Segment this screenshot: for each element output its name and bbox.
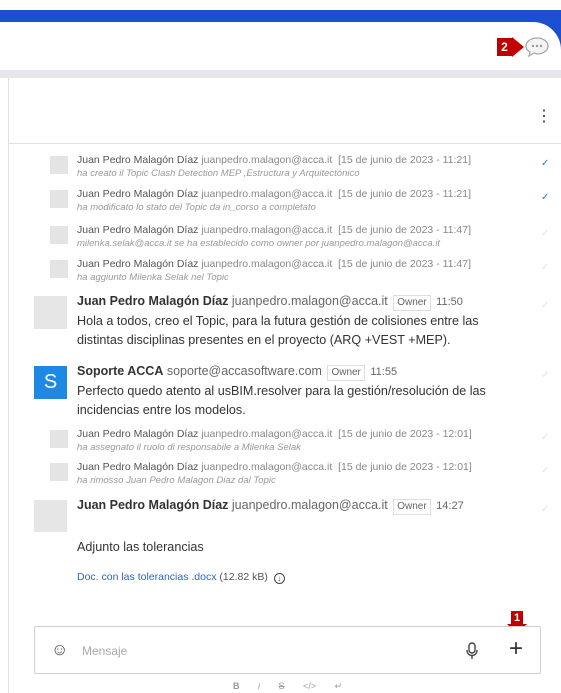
- avatar: S: [34, 366, 67, 399]
- avatar: [50, 260, 68, 278]
- header-divider: [9, 143, 561, 144]
- sender-email[interactable]: juanpedro.malagon@acca.it: [201, 154, 332, 166]
- system-message: Juan Pedro Malagón Díaz juanpedro.malago…: [50, 461, 560, 495]
- download-icon[interactable]: ↓: [273, 573, 285, 584]
- attachment-link[interactable]: Doc. con las tolerancias .docx (12.82 kB…: [77, 571, 285, 584]
- annotation-marker-1: 1: [513, 612, 521, 624]
- sender-name: Juan Pedro Malagón Díaz: [77, 294, 229, 308]
- system-message: Juan Pedro Malagón Díaz juanpedro.malago…: [50, 188, 560, 222]
- message-date: [15 de junio de 2023 - 11:21]: [338, 154, 472, 166]
- message-date: [15 de junio de 2023 - 11:47]: [338, 224, 472, 236]
- sender-email[interactable]: juanpedro.malagon@acca.it: [201, 461, 332, 473]
- owner-badge: Owner: [393, 499, 431, 515]
- sender-email[interactable]: juanpedro.malagon@acca.it: [232, 498, 388, 512]
- sender-name: Juan Pedro Malagón Díaz: [77, 188, 199, 200]
- system-detail: ha aggiunto Milenka Selak nel Topic: [77, 272, 229, 283]
- sender-name: Juan Pedro Malagón Díaz: [77, 154, 199, 166]
- message-composer[interactable]: ☺ Mensaje +: [34, 626, 541, 674]
- read-check-icon: ✓: [541, 192, 550, 203]
- sender-name: Soporte ACCA: [77, 364, 164, 378]
- read-check-icon: ✓: [541, 370, 550, 381]
- system-detail: ha creato il Topic Clash Detection MEP ,…: [77, 168, 360, 179]
- avatar: [50, 190, 68, 208]
- chat-message: Juan Pedro Malagón Díaz juanpedro.malago…: [34, 498, 560, 558]
- avatar: [50, 226, 68, 244]
- bold-button[interactable]: B: [233, 681, 240, 691]
- read-check-icon: ✓: [541, 504, 550, 515]
- sender-name: Juan Pedro Malagón Díaz: [77, 461, 199, 473]
- system-message: Juan Pedro Malagón Díaz juanpedro.malago…: [50, 154, 560, 188]
- avatar: [50, 430, 68, 448]
- system-message: Juan Pedro Malagón Díaz juanpedro.malago…: [50, 428, 560, 462]
- message-time: 11:55: [370, 366, 398, 378]
- message-time: 11:50: [436, 296, 463, 308]
- message-date: [15 de junio de 2023 - 11:21]: [338, 188, 472, 200]
- annotation-arrow-2: [512, 37, 524, 57]
- message-date: [15 de junio de 2023 - 12:01]: [338, 428, 472, 440]
- avatar: [50, 156, 68, 174]
- attachment-size: (12.82 kB): [219, 571, 268, 583]
- avatar: [50, 463, 68, 481]
- message-time: 14:27: [436, 500, 464, 512]
- format-toolbar: B i S </> ↵: [233, 681, 358, 692]
- add-attachment-icon[interactable]: +: [509, 637, 523, 661]
- system-message: Juan Pedro Malagón Díaz juanpedro.malago…: [50, 224, 560, 258]
- sender-email[interactable]: juanpedro.malagon@acca.it: [201, 188, 332, 200]
- code-button[interactable]: </>: [303, 681, 316, 691]
- sender-email[interactable]: soporte@accasoftware.com: [167, 364, 322, 378]
- chat-message: Juan Pedro Malagón Díaz juanpedro.malago…: [34, 294, 560, 352]
- system-detail: ha modificato lo stato del Topic da in_c…: [77, 202, 316, 213]
- message-input[interactable]: Mensaje: [82, 644, 127, 658]
- system-message: Juan Pedro Malagón Díaz juanpedro.malago…: [50, 258, 560, 292]
- sender-email[interactable]: juanpedro.malagon@acca.it: [201, 224, 332, 236]
- sender-email[interactable]: juanpedro.malagon@acca.it: [201, 428, 332, 440]
- system-detail: ha assegnato il ruolo di responsabile a …: [77, 442, 301, 453]
- more-options-icon[interactable]: ⋮: [536, 106, 552, 128]
- sender-email[interactable]: juanpedro.malagon@acca.it: [232, 294, 388, 308]
- message-date: [15 de junio de 2023 - 11:47]: [338, 258, 472, 270]
- attachment-file-name[interactable]: Doc. con las tolerancias .docx: [77, 571, 216, 583]
- system-detail: ha rimosso Juan Pedro Malagon Diaz dal T…: [77, 475, 276, 486]
- message-body: Hola a todos, creo el Topic, para la fut…: [77, 314, 479, 347]
- avatar: [34, 296, 67, 329]
- brand-bar: [0, 10, 561, 22]
- read-check-icon: ✓: [541, 228, 550, 239]
- read-check-icon: ✓: [541, 300, 550, 311]
- owner-badge: Owner: [393, 295, 431, 311]
- microphone-icon[interactable]: [465, 642, 479, 660]
- strikethrough-button[interactable]: S: [279, 681, 285, 691]
- app-top-bar: [0, 10, 561, 62]
- avatar: [34, 500, 67, 532]
- message-body: Perfecto quedo atento al usBIM.resolver …: [77, 384, 486, 417]
- panel-border: [8, 78, 9, 693]
- sender-name: Juan Pedro Malagón Díaz: [77, 428, 199, 440]
- emoji-icon[interactable]: ☺: [51, 641, 68, 659]
- chat-message: S Soporte ACCA soporte@accasoftware.com …: [34, 364, 560, 422]
- read-check-icon: ✓: [541, 432, 550, 443]
- section-separator: [0, 70, 561, 78]
- read-check-icon: ✓: [541, 158, 550, 169]
- read-check-icon: ✓: [541, 262, 550, 273]
- newline-button[interactable]: ↵: [335, 681, 343, 691]
- italic-button[interactable]: i: [258, 681, 260, 691]
- chat-bubble-icon[interactable]: [524, 36, 550, 58]
- system-detail: milenka.selak@acca.it se ha establecido …: [77, 238, 441, 249]
- read-check-icon: ✓: [541, 465, 550, 476]
- sender-name: Juan Pedro Malagón Díaz: [77, 498, 229, 512]
- annotation-marker-2: 2: [497, 38, 512, 56]
- sender-name: Juan Pedro Malagón Díaz: [77, 258, 199, 270]
- sender-email[interactable]: juanpedro.malagon@acca.it: [201, 258, 332, 270]
- message-body: Adjunto las tolerancias: [77, 540, 204, 554]
- sender-name: Juan Pedro Malagón Díaz: [77, 224, 199, 236]
- owner-badge: Owner: [327, 365, 365, 381]
- message-date: [15 de junio de 2023 - 12:01]: [338, 461, 472, 473]
